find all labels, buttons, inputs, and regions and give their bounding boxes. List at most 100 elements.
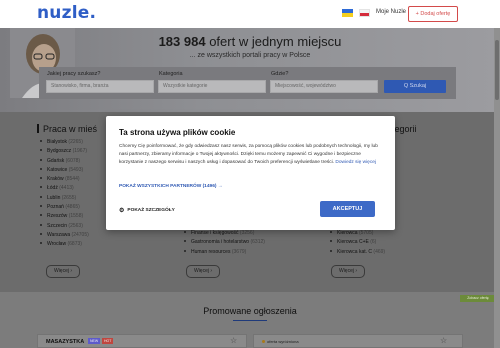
list-item-count: (2655) — [61, 194, 77, 201]
poland-flag-icon[interactable] — [359, 9, 370, 17]
list-item-name: Poznań — [47, 204, 66, 211]
categories-list: Finanse i księgowość (3256) Gastronomia i… — [184, 229, 265, 257]
category-select[interactable]: Wszystkie kategorie — [158, 80, 266, 93]
list-item[interactable]: Human resources (3679) — [184, 248, 265, 257]
location-input[interactable]: Miejscowość, województwo — [270, 80, 378, 93]
list-item-count: (6) — [370, 239, 377, 246]
list-item-name: Łódź — [47, 185, 60, 192]
scrollbar-thumb[interactable] — [495, 40, 499, 100]
list-item-name: Finanse i księgowość — [191, 230, 240, 236]
promoted-underline — [233, 320, 267, 321]
highlight-pill: oferta wyróżniona — [262, 339, 299, 344]
list-item-count: (3679) — [231, 248, 247, 255]
list-item[interactable]: Gastronomia i hotelarstwo (6312) — [184, 238, 265, 247]
favorite-star-icon[interactable]: ☆ — [230, 336, 237, 345]
job-search-input[interactable]: Stanowisko, firma, branża — [46, 80, 154, 93]
cookie-title: Ta strona używa plików cookie — [119, 128, 236, 137]
list-item-name: Kierowca — [337, 230, 359, 236]
more-categories-button[interactable]: Więcej › — [186, 265, 220, 278]
list-item[interactable]: Lublin (2655) — [40, 194, 89, 203]
bullet-icon — [40, 167, 42, 170]
bullet-icon — [40, 195, 42, 198]
search-button[interactable]: Q Szukaj — [384, 80, 446, 93]
bullet-icon — [40, 186, 42, 189]
list-item[interactable]: Rzeszów (1558) — [40, 212, 89, 221]
list-item-count: (8544) — [65, 176, 80, 183]
ukraine-flag-icon[interactable] — [342, 9, 353, 17]
list-item-count: (4865) — [65, 204, 80, 211]
offers-count: 183 984 — [158, 34, 206, 49]
bullet-icon — [40, 232, 42, 235]
logo[interactable]: nuzle. — [37, 3, 96, 23]
more-driving-button[interactable]: Więcej › — [331, 265, 365, 278]
bullet-icon — [40, 140, 42, 142]
location-label: Gdzie? — [271, 71, 289, 77]
show-partners-link[interactable]: POKAŻ WSZYSTKICH PARTNERÓW (1496) → — [119, 184, 223, 189]
list-item-name: Warszawa — [47, 231, 72, 238]
post-job-button[interactable]: + Dodaj ofertę — [408, 6, 458, 22]
bullet-icon — [40, 223, 42, 226]
list-item[interactable]: Wrocław (6873) — [40, 240, 89, 249]
bullet-icon — [40, 205, 42, 208]
promoted-job-card-2[interactable]: oferta wyróżniona ☆ — [253, 334, 463, 348]
list-item-name: Gdańsk — [47, 157, 66, 164]
bullet-icon — [330, 240, 332, 243]
hero-banner: 183 984 ofert w jednym miejscu ... ze ws… — [0, 28, 500, 112]
list-item-name: Białystok — [47, 139, 69, 145]
list-item-count: (469) — [373, 248, 386, 255]
list-item[interactable]: Kierowca (5705) — [330, 229, 385, 238]
list-item[interactable]: Finanse i księgowość (3256) — [184, 229, 265, 238]
cities-title: Praca w mieś — [37, 124, 97, 134]
list-item[interactable]: Bydgoszcz (1967) — [40, 147, 89, 156]
list-item[interactable]: Gdańsk (6078) — [40, 157, 89, 166]
list-item-count: (2265) — [68, 139, 83, 145]
bullet-icon — [40, 158, 42, 161]
bullet-icon — [330, 249, 332, 252]
bullet-icon — [184, 231, 186, 233]
list-item-name: Katowice — [47, 166, 69, 173]
category-label: Kategoria — [159, 71, 183, 77]
favorite-star-icon[interactable]: ☆ — [440, 336, 447, 345]
list-item[interactable]: Warszawa (24705) — [40, 231, 89, 240]
list-item-name: Gastronomia i hotelarstwo — [191, 239, 251, 246]
list-item-count: (1558) — [68, 213, 84, 220]
list-item[interactable]: Łódź (4413) — [40, 184, 89, 193]
bullet-icon — [40, 242, 42, 245]
bullet-icon — [40, 177, 42, 180]
list-item[interactable]: Kraków (8544) — [40, 175, 89, 184]
list-item[interactable]: Poznań (4865) — [40, 203, 89, 212]
job-label: Jakiej pracy szukasz? — [47, 71, 101, 77]
hero-title: 183 984 ofert w jednym miejscu — [0, 34, 500, 49]
list-item[interactable]: Kierowca C+E (6) — [330, 238, 385, 247]
list-item-count: (6312) — [250, 239, 265, 246]
view-offer-badge[interactable]: Zobacz ofertę — [460, 295, 496, 302]
job-tag-hot: HOT — [102, 338, 114, 344]
hero-subtitle: ... ze wszystkich portali pracy w Polsce — [189, 52, 311, 59]
bullet-icon — [40, 214, 42, 217]
hero-title-rest: ofert w jednym miejscu — [209, 34, 342, 49]
list-item-name: Human resources — [191, 248, 232, 255]
list-item-count: (6873) — [67, 241, 82, 248]
show-details-button[interactable]: ⚙ POKAŻ SZCZEGÓŁY — [119, 207, 175, 214]
accept-cookies-button[interactable]: AKCEPTUJ — [320, 201, 375, 217]
more-cities-button[interactable]: Więcej › — [46, 265, 80, 278]
bullet-icon — [330, 231, 332, 233]
list-item-name: Kierowca kat. C — [337, 248, 374, 255]
job-company: MASAZYSTKA — [46, 339, 85, 345]
list-item-name: Lublin — [47, 194, 62, 201]
moje-nuzle-link[interactable]: Moje Nuzle — [376, 9, 406, 15]
list-item-count: (5705) — [358, 230, 374, 236]
list-item-count: (24705) — [71, 231, 89, 238]
list-item-name: Bydgoszcz — [47, 148, 73, 155]
list-item[interactable]: Szczecin (2563) — [40, 222, 89, 231]
list-item[interactable]: Katowice (5493) — [40, 166, 89, 175]
promoted-job-card[interactable]: MASAZYSTKA NEW HOT ☆ — [37, 334, 247, 348]
learn-more-link[interactable]: Dowiedz się więcej — [335, 160, 376, 165]
list-item[interactable]: Kierowca kat. C (469) — [330, 248, 385, 257]
cookie-consent-dialog: Ta strona używa plików cookie Chcemy Cię… — [106, 116, 395, 230]
list-item-count: (4413) — [59, 185, 74, 192]
promoted-section: Promowane ogłoszenia MASAZYSTKA NEW HOT … — [0, 292, 500, 348]
bullet-icon — [184, 240, 186, 243]
bullet-icon — [40, 149, 42, 152]
list-item[interactable]: Białystok (2265) — [40, 138, 89, 147]
